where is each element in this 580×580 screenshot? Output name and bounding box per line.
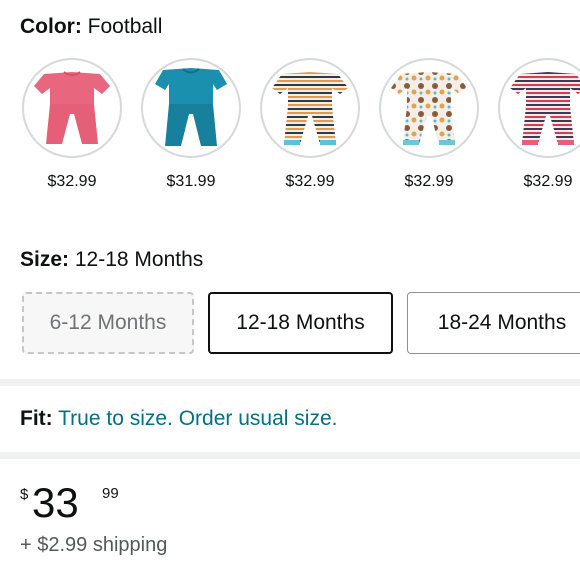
color-swatch-pink[interactable]: $32.99 [22,58,122,198]
teal-pajama-set-image [141,58,241,158]
swatch-price: $32.99 [404,173,454,190]
fit-label: Fit: [20,407,53,430]
size-selector-label: Size: 12-18 Months [20,248,203,272]
color-swatch-striped[interactable]: $32.99 [260,58,360,198]
price-whole: 33 [32,479,79,526]
selected-size-value: 12-18 Months [74,248,204,271]
size-option-12-18-months[interactable]: 12-18 Months [208,292,393,354]
size-label: Size: [20,248,70,271]
color-swatch-red-striped[interactable]: $32.99 [498,58,580,198]
pink-pajama-set-image [22,58,122,158]
fit-recommendation-link[interactable]: True to size. Order usual size. [58,407,337,430]
size-option-18-24-months[interactable]: 18-24 Months [407,292,580,354]
color-label: Color: [20,15,82,38]
swatch-price: $32.99 [285,173,335,190]
price-fraction: 99 [102,485,119,502]
shipping-cost: + $2.99 shipping [20,534,168,556]
section-divider [0,452,580,459]
price-currency-symbol: $ [20,486,29,503]
swatch-price: $31.99 [166,173,216,190]
size-option-6-12-months[interactable]: 6-12 Months [22,292,194,354]
swatch-price: $32.99 [523,173,573,190]
red-striped-pajama-set-image [498,58,580,158]
striped-pajama-set-image [260,58,360,158]
swatch-price: $32.99 [47,173,97,190]
patterned-pajama-set-image [379,58,479,158]
selected-color-value: Football [87,15,163,38]
color-swatch-list: $32.99 $31.99 $32.99 $32.99 $32.99 [22,58,580,198]
section-divider [0,379,580,386]
color-selector-label: Color: Football [20,15,162,39]
color-swatch-patterned[interactable]: $32.99 [379,58,479,198]
color-swatch-teal[interactable]: $31.99 [141,58,241,198]
fit-info: Fit: True to size. Order usual size. [20,407,337,431]
